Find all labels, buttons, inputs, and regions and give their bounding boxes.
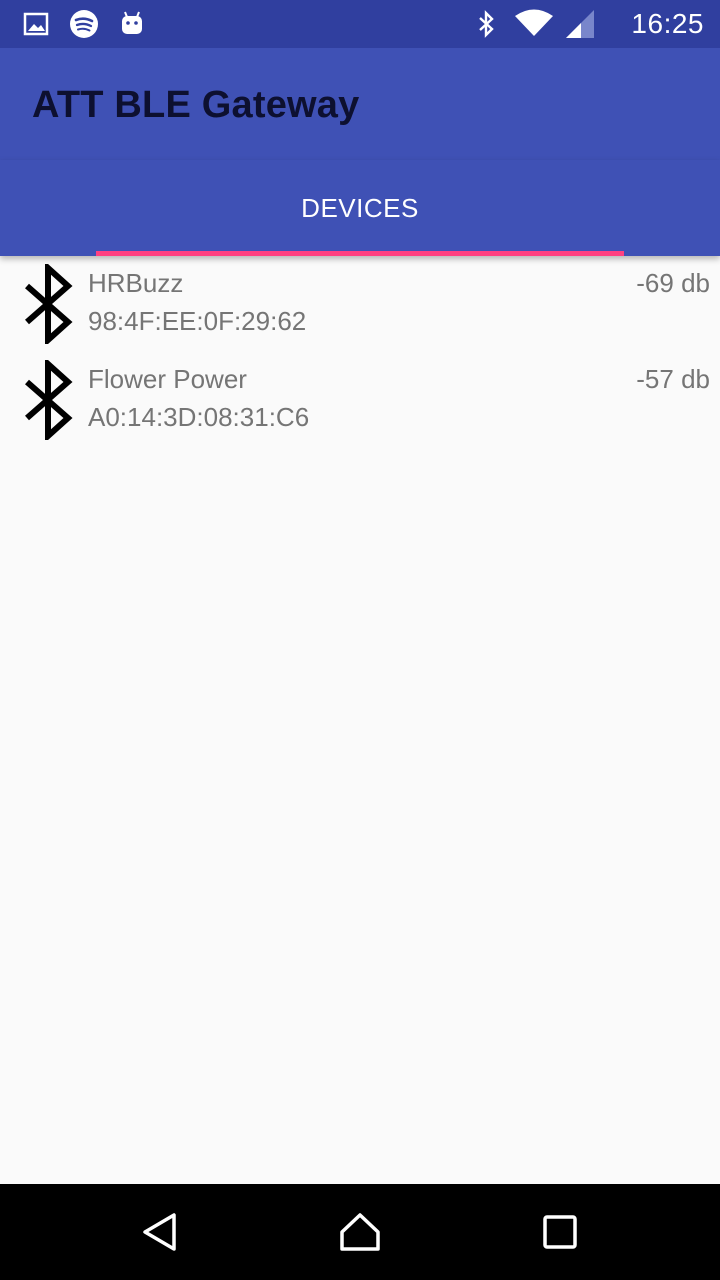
spotify-icon (70, 10, 98, 38)
device-mac-address: A0:14:3D:08:31:C6 (88, 402, 310, 432)
tab-devices-label: DEVICES (301, 192, 419, 223)
bluetooth-icon (479, 10, 494, 38)
recents-icon[interactable] (536, 1208, 584, 1256)
home-icon[interactable] (336, 1208, 384, 1256)
signal-icon (566, 10, 594, 38)
wifi-icon (515, 9, 553, 36)
android-icon (122, 11, 142, 34)
tab-indicator (96, 251, 624, 256)
device-row[interactable]: HRBuzz 98:4F:EE:0F:29:62 -69 db (0, 256, 720, 352)
bluetooth-icon (25, 264, 73, 344)
app-bar: ATT BLE Gateway (0, 48, 720, 160)
status-bar: 16:25 (0, 0, 720, 48)
device-rssi: -57 db (636, 364, 710, 394)
device-mac-address: 98:4F:EE:0F:29:62 (88, 306, 307, 336)
tab-bar: DEVICES (0, 160, 720, 256)
device-row[interactable]: Flower Power A0:14:3D:08:31:C6 -57 db (0, 352, 720, 448)
status-time: 16:25 (631, 8, 704, 39)
device-rssi: -69 db (636, 268, 710, 298)
navigation-bar (0, 1184, 720, 1280)
image-icon (23, 12, 49, 36)
device-list: HRBuzz 98:4F:EE:0F:29:62 -69 db Flower P… (0, 256, 720, 448)
bluetooth-icon (25, 360, 73, 440)
device-name: Flower Power (88, 364, 247, 394)
back-icon[interactable] (136, 1208, 184, 1256)
device-name: HRBuzz (88, 268, 184, 298)
app-title: ATT BLE Gateway (32, 84, 360, 126)
screen: 16:25 ATT BLE Gateway DEVICES HRBuzz 98:… (0, 0, 720, 1280)
tab-devices[interactable]: DEVICES (96, 160, 624, 256)
